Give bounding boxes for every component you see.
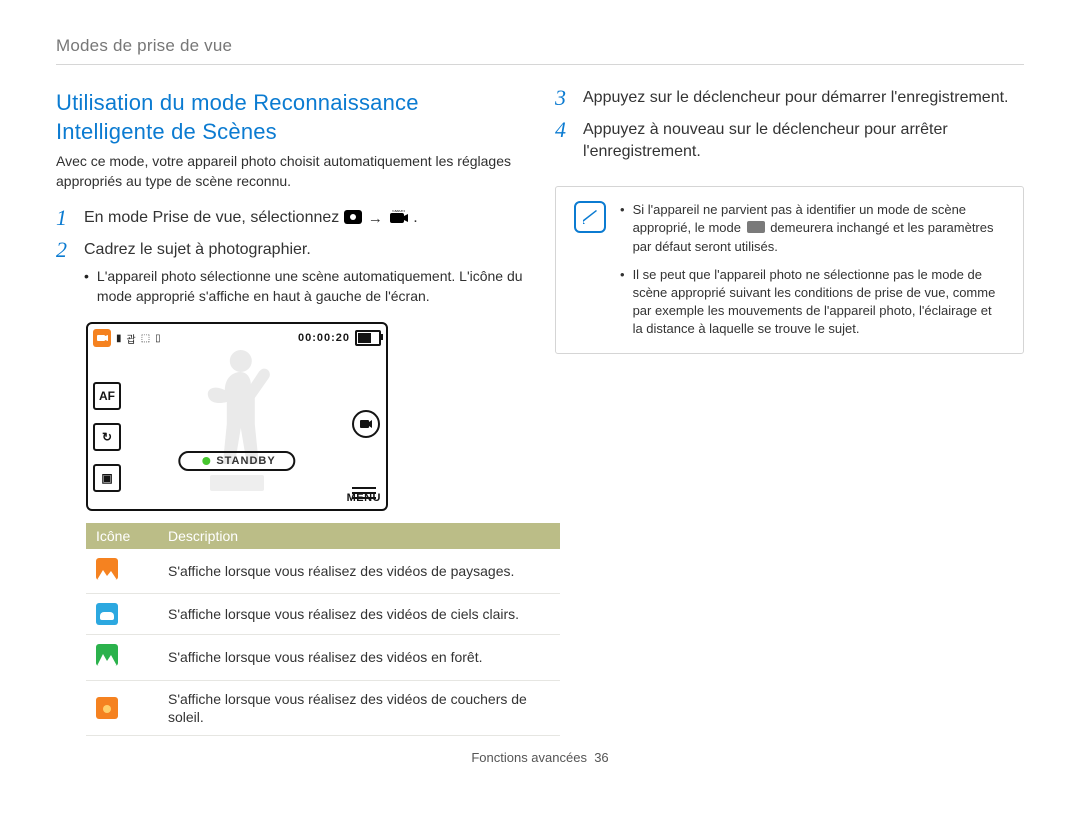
top-icon-3: ⬚ xyxy=(141,333,150,344)
step-3: 3 Appuyez sur le déclencheur pour démarr… xyxy=(555,87,1024,109)
divider xyxy=(56,64,1024,65)
left-column: Utilisation du mode Reconnaissance Intel… xyxy=(56,87,525,736)
camera-icon xyxy=(344,210,362,224)
step-2: 2 Cadrez le sujet à photographier. L'app… xyxy=(56,239,525,312)
table-row: S'affiche lorsque vous réalisez des vidé… xyxy=(86,680,560,735)
step-1: 1 En mode Prise de vue, sélectionnez → S… xyxy=(56,207,525,229)
table-cell: S'affiche lorsque vous réalisez des vidé… xyxy=(158,594,560,635)
forest-icon xyxy=(96,644,118,666)
table-cell: S'affiche lorsque vous réalisez des vidé… xyxy=(158,549,560,594)
svg-text:SMART: SMART xyxy=(392,210,406,213)
menu-button: MENU xyxy=(347,487,381,504)
table-cell: S'affiche lorsque vous réalisez des vidé… xyxy=(158,635,560,680)
step-number: 4 xyxy=(555,119,573,141)
recording-time: 00:00:20 xyxy=(298,332,350,344)
page-number: 36 xyxy=(594,750,608,765)
note-item-2: Il se peut que l'appareil photo ne sélec… xyxy=(620,266,1005,339)
gallery-button: ▣ xyxy=(93,464,121,492)
smart-movie-icon xyxy=(747,221,765,233)
two-columns: Utilisation du mode Reconnaissance Intel… xyxy=(56,87,1024,736)
landscape-icon xyxy=(96,558,118,580)
step-number: 2 xyxy=(56,239,74,261)
th-description: Description xyxy=(158,523,560,549)
scene-icon-table: Icône Description S'affiche lorsque vous… xyxy=(86,523,560,736)
camera-screen-illustration: ▮ 괍 ⬚ ▯ 00:00:20 AF ↻ ▣ xyxy=(86,322,388,511)
footer-label: Fonctions avancées xyxy=(471,750,587,765)
top-icon-1: ▮ xyxy=(116,333,122,344)
note-item-1: Si l'appareil ne parvient pas à identifi… xyxy=(620,201,1005,256)
right-column: 3 Appuyez sur le déclencheur pour démarr… xyxy=(555,87,1024,736)
table-cell: S'affiche lorsque vous réalisez des vidé… xyxy=(158,680,560,735)
step-4: 4 Appuyez à nouveau sur le déclencheur p… xyxy=(555,119,1024,162)
top-icon-2: 괍 xyxy=(127,331,136,346)
step-number: 1 xyxy=(56,207,74,229)
page: Modes de prise de vue Utilisation du mod… xyxy=(0,0,1080,775)
af-button: AF xyxy=(93,382,121,410)
step-number: 3 xyxy=(555,87,573,109)
battery-icon xyxy=(355,330,381,346)
table-row: S'affiche lorsque vous réalisez des vidé… xyxy=(86,635,560,680)
page-footer: Fonctions avancées 36 xyxy=(56,750,1024,765)
note-icon xyxy=(574,201,606,233)
note-box: Si l'appareil ne parvient pas à identifi… xyxy=(555,186,1024,353)
sunset-icon xyxy=(96,697,118,719)
step-1-text-post: . xyxy=(413,209,417,226)
step-3-text: Appuyez sur le déclencheur pour démarrer… xyxy=(583,87,1024,109)
camera-top-bar: ▮ 괍 ⬚ ▯ 00:00:20 xyxy=(93,329,381,347)
sky-icon xyxy=(96,603,118,625)
table-row: S'affiche lorsque vous réalisez des vidé… xyxy=(86,594,560,635)
rotate-button: ↻ xyxy=(93,423,121,451)
step-1-text-pre: En mode Prise de vue, sélectionnez xyxy=(84,209,344,226)
page-title: Utilisation du mode Reconnaissance Intel… xyxy=(56,89,525,146)
smart-video-icon: SMART xyxy=(389,210,409,226)
step-2-subitem: L'appareil photo sélectionne une scène a… xyxy=(84,267,525,306)
top-icon-4: ▯ xyxy=(155,333,161,344)
th-icon: Icône xyxy=(86,523,158,549)
step-2-text: Cadrez le sujet à photographier. xyxy=(84,239,525,261)
record-indicator-icon xyxy=(202,457,210,465)
standby-label: STANDBY xyxy=(216,455,275,467)
arrow-icon: → xyxy=(368,210,383,227)
standby-badge: STANDBY xyxy=(178,451,295,471)
mode-smart-icon xyxy=(93,329,111,347)
pedestal xyxy=(210,475,264,491)
intro-paragraph: Avec ce mode, votre appareil photo chois… xyxy=(56,152,525,191)
shutter-button xyxy=(352,410,380,438)
table-row: S'affiche lorsque vous réalisez des vidé… xyxy=(86,549,560,594)
section-header: Modes de prise de vue xyxy=(56,36,1024,56)
step-4-text: Appuyez à nouveau sur le déclencheur pou… xyxy=(583,119,1024,162)
